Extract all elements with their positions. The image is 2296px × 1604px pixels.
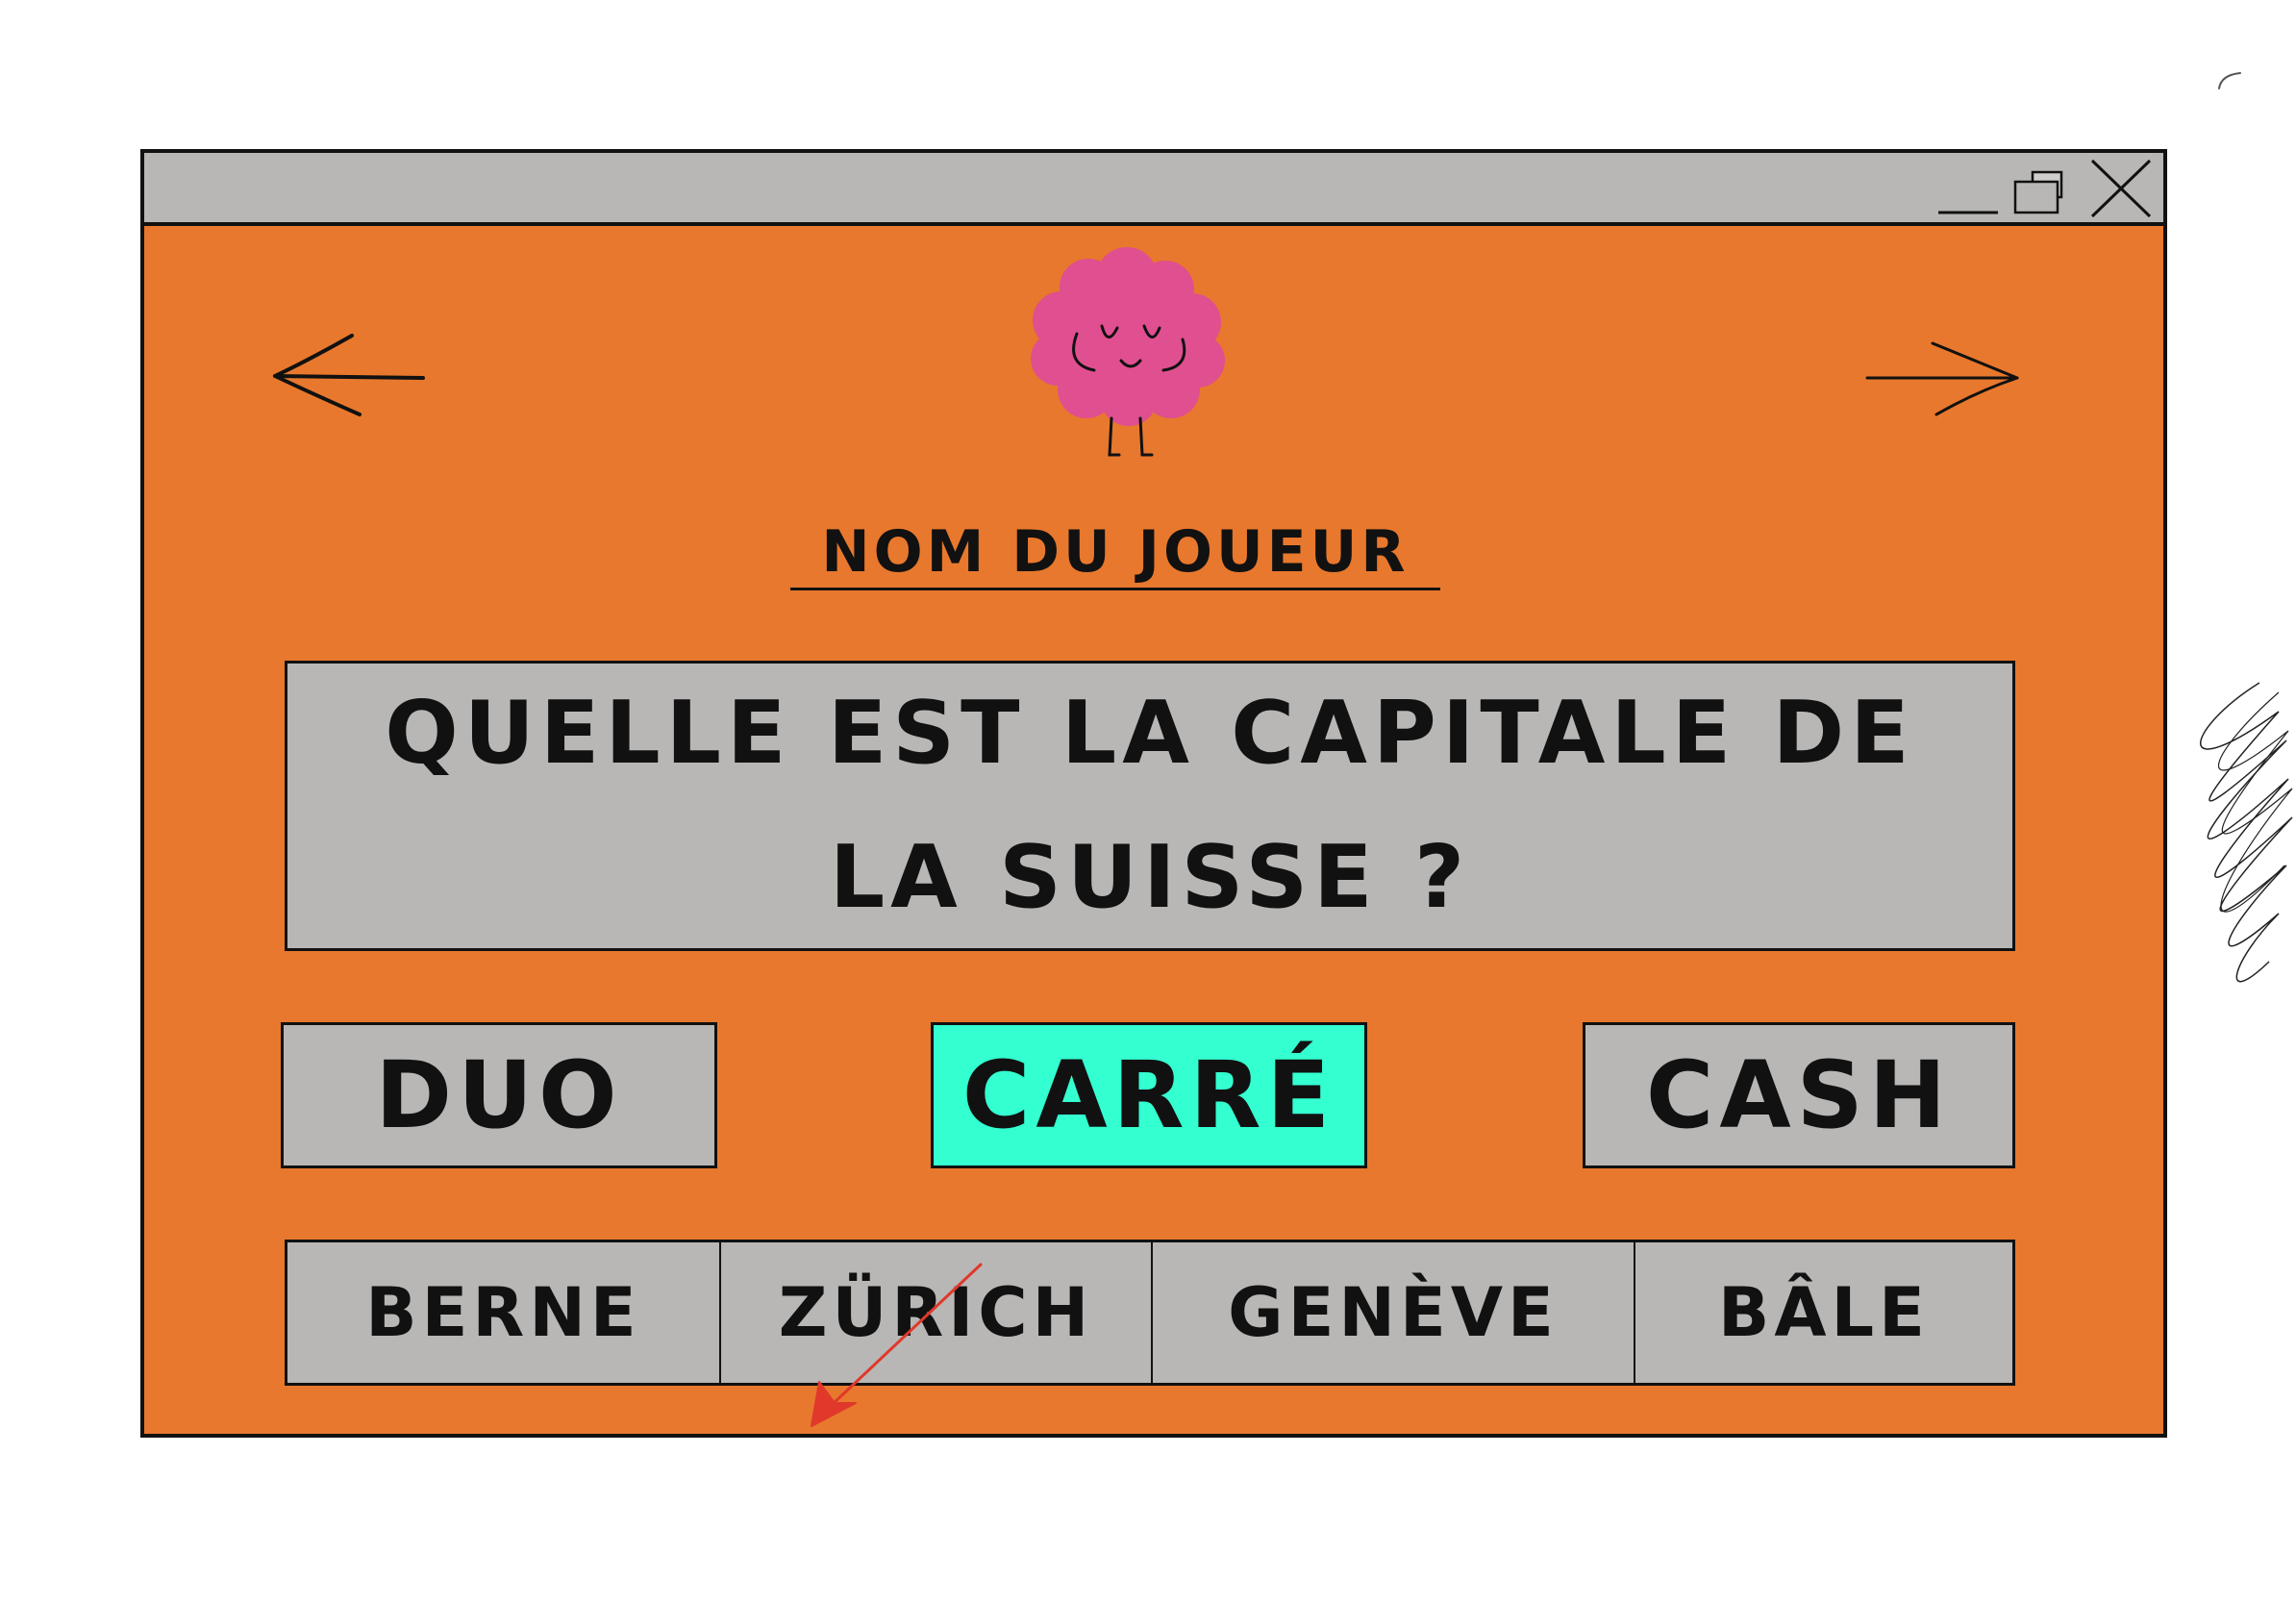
duo-button[interactable]: DUO <box>281 1022 717 1168</box>
question-text: QUELLE EST LA CAPITALE DE LA SUISSE ? <box>385 683 1915 928</box>
back-arrow-icon[interactable] <box>269 326 433 422</box>
brain-mascot-icon <box>994 239 1263 470</box>
scribble-decoration <box>2163 673 2296 1039</box>
question-box: QUELLE EST LA CAPITALE DE LA SUISSE ? <box>285 661 2015 951</box>
sketch-canvas: NOM DU JOUEUR QUELLE EST LA CAPITALE DE … <box>0 0 2296 1604</box>
forward-arrow-icon[interactable] <box>1859 326 2023 422</box>
close-icon[interactable] <box>2084 153 2158 222</box>
carre-button[interactable]: CARRÉ <box>931 1022 1367 1168</box>
game-window: NOM DU JOUEUR QUELLE EST LA CAPITALE DE … <box>140 149 2167 1438</box>
answer-row: BERNE ZÜRICH GENÈVE BÂLE <box>285 1240 2015 1386</box>
answer-geneve-button[interactable]: GENÈVE <box>1153 1242 1635 1383</box>
player-name-field[interactable]: NOM DU JOUEUR <box>790 516 1440 590</box>
maximize-icon[interactable] <box>2006 153 2079 222</box>
answer-bale-button[interactable]: BÂLE <box>1635 1242 2012 1383</box>
stray-mark <box>2211 67 2250 96</box>
title-bar <box>144 153 2163 226</box>
answer-berne-button[interactable]: BERNE <box>287 1242 721 1383</box>
cash-button[interactable]: CASH <box>1583 1022 2015 1168</box>
minimize-icon[interactable] <box>1934 153 2002 222</box>
answer-zurich-button[interactable]: ZÜRICH <box>721 1242 1153 1383</box>
